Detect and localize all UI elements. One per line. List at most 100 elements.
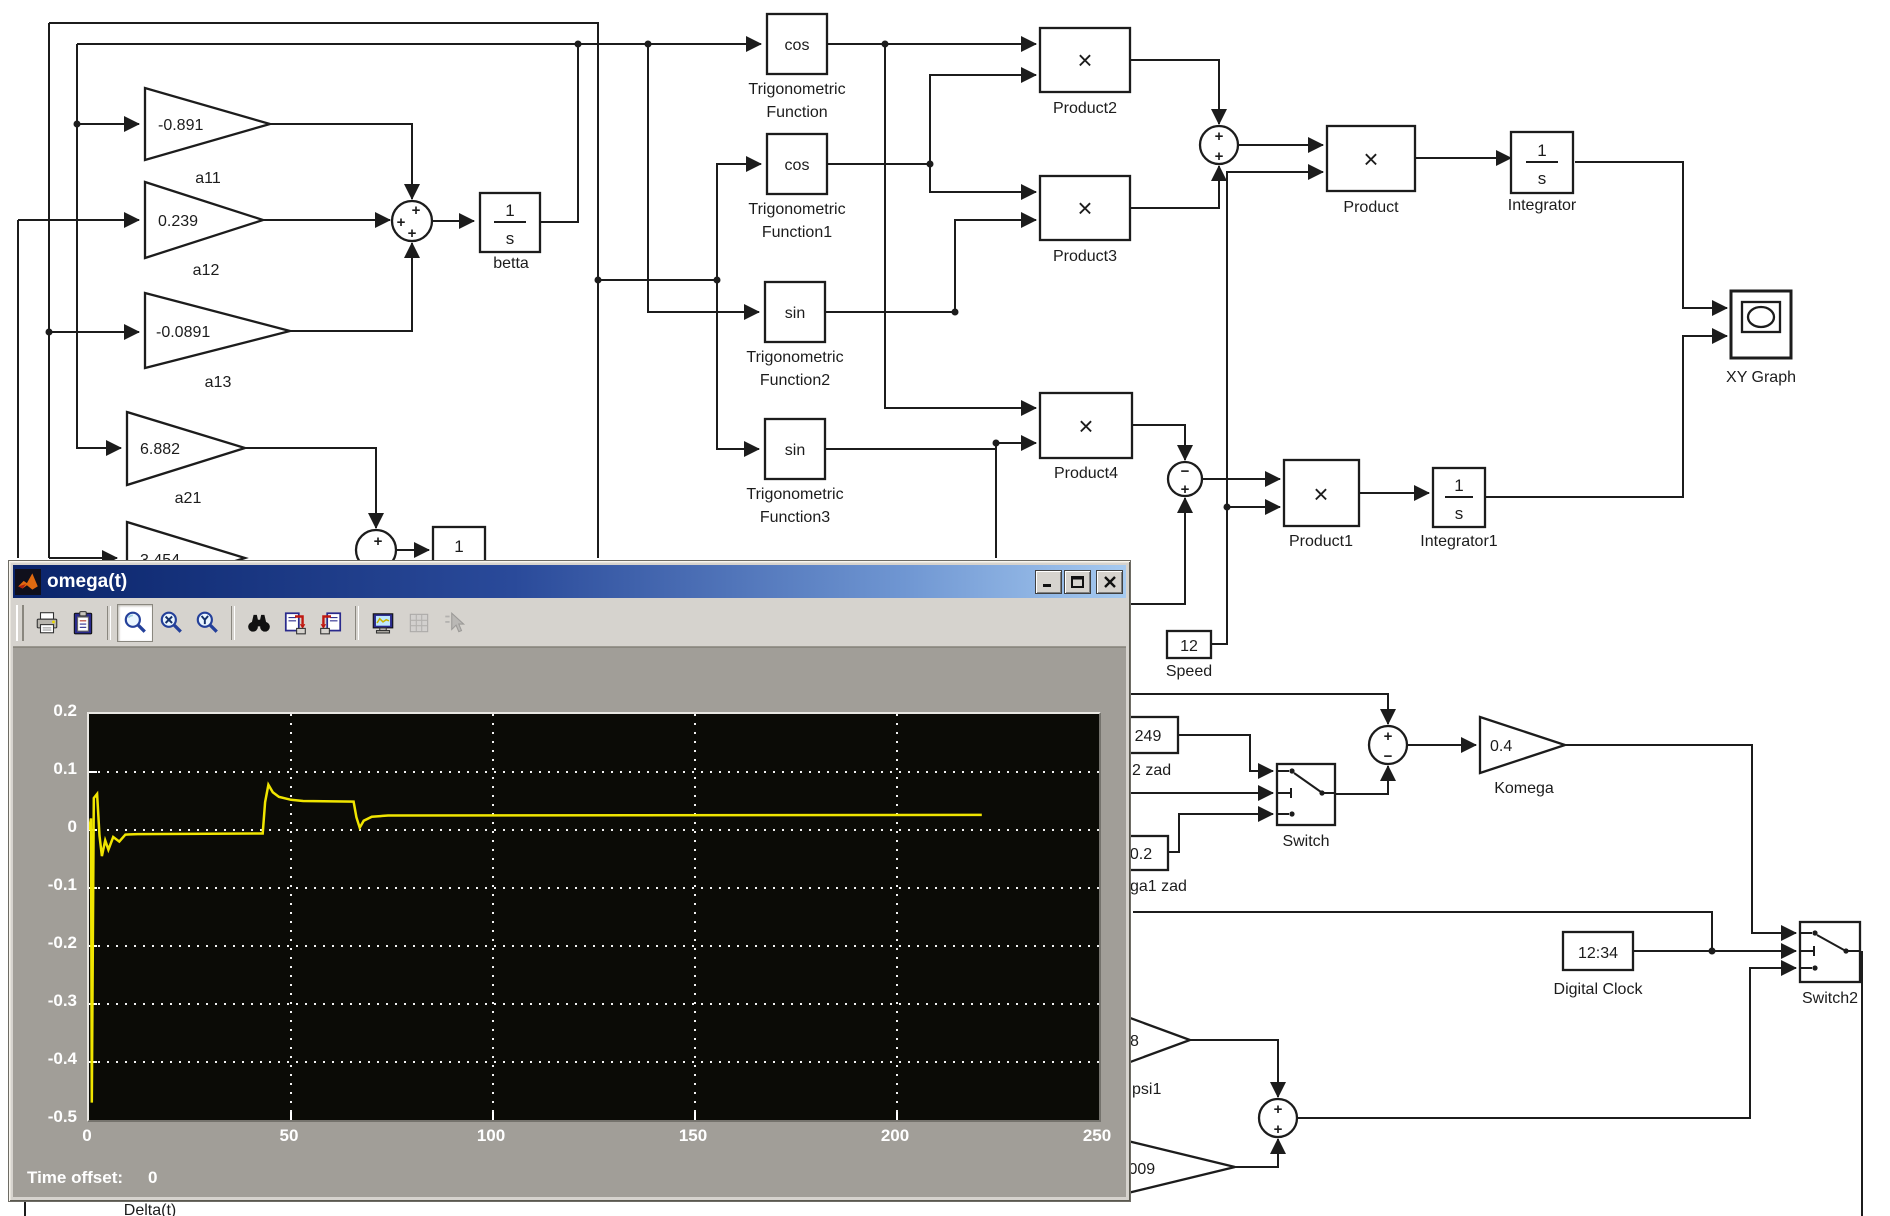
toolbar-separator bbox=[355, 606, 359, 640]
copy-button[interactable] bbox=[65, 604, 101, 642]
svg-text:+: + bbox=[1215, 148, 1224, 165]
svg-text:+: + bbox=[1384, 728, 1393, 745]
svg-text:+: + bbox=[1274, 1121, 1283, 1138]
x-tick: 0 bbox=[63, 1126, 111, 1146]
svg-text:-0.0891: -0.0891 bbox=[156, 324, 210, 341]
autoscale-binoculars-icon bbox=[246, 610, 272, 636]
trig-function3[interactable]: sin Trigonometric Function3 bbox=[746, 419, 843, 526]
product1-block[interactable]: × Product1 bbox=[1284, 460, 1359, 550]
svg-text:−: − bbox=[1384, 748, 1393, 765]
svg-text:+: + bbox=[374, 533, 383, 550]
svg-text:12: 12 bbox=[1180, 638, 1198, 655]
svg-text:Switch2: Switch2 bbox=[1802, 990, 1858, 1007]
scope-window[interactable]: omega(t) bbox=[8, 560, 1131, 1202]
scope-plot-svg bbox=[89, 714, 1099, 1120]
svg-text:−: − bbox=[1181, 463, 1190, 480]
svg-text:cos: cos bbox=[785, 157, 810, 174]
restore-axes-button[interactable] bbox=[313, 604, 349, 642]
svg-text:+: + bbox=[412, 202, 421, 219]
matlab-icon bbox=[15, 569, 41, 595]
y-tick: -0.2 bbox=[13, 933, 77, 953]
svg-text:a12: a12 bbox=[193, 262, 220, 279]
svg-text:+: + bbox=[397, 214, 406, 231]
product4-block[interactable]: × Product4 bbox=[1040, 393, 1132, 482]
signal-selection-button[interactable] bbox=[437, 604, 473, 642]
svg-text:a21: a21 bbox=[175, 490, 202, 507]
zoom-y-button[interactable] bbox=[189, 604, 225, 642]
zoom-y-icon bbox=[194, 610, 220, 636]
scope-toolbar bbox=[13, 600, 1126, 647]
switch-block[interactable]: Switch bbox=[1277, 764, 1335, 850]
gain-komega[interactable]: 0.4 Komega bbox=[1480, 717, 1565, 797]
zoom-x-icon bbox=[158, 610, 184, 636]
trig-function1[interactable]: cos Trigonometric Function1 bbox=[748, 134, 845, 241]
sum-betta[interactable]: + + + bbox=[392, 201, 432, 242]
svg-text:0.2: 0.2 bbox=[1130, 846, 1152, 863]
scope-titlebar[interactable]: omega(t) bbox=[13, 565, 1126, 598]
trig-function2[interactable]: sin Trigonometric Function2 bbox=[746, 282, 843, 389]
product-block[interactable]: × Product bbox=[1327, 126, 1415, 216]
simulink-canvas: -0.891 a11 0.239 a12 -0.0891 a13 6.882 a… bbox=[0, 0, 1890, 1216]
print-button[interactable] bbox=[29, 604, 65, 642]
gain-a21[interactable]: 6.882 a21 bbox=[127, 412, 245, 507]
time-offset-label: Time offset: bbox=[27, 1168, 123, 1188]
close-button[interactable] bbox=[1096, 570, 1123, 594]
svg-text:×: × bbox=[1363, 144, 1378, 174]
svg-text:×: × bbox=[1313, 479, 1328, 509]
sum-2[interactable]: + + bbox=[1200, 126, 1238, 165]
autoscale-button[interactable] bbox=[241, 604, 277, 642]
signal-selection-icon bbox=[442, 610, 468, 636]
integrator1[interactable]: 1 s Integrator1 bbox=[1420, 468, 1497, 550]
product2-block[interactable]: × Product2 bbox=[1040, 28, 1130, 117]
switch2-block[interactable]: Switch2 bbox=[1800, 922, 1860, 1007]
speed-constant[interactable]: 12 Speed bbox=[1166, 631, 1212, 680]
svg-text:1: 1 bbox=[505, 201, 514, 220]
floating-scope-button[interactable] bbox=[365, 604, 401, 642]
zoom-x-button[interactable] bbox=[153, 604, 189, 642]
product3-block[interactable]: × Product3 bbox=[1040, 176, 1130, 265]
digital-clock-block[interactable]: 12:34 Digital Clock bbox=[1554, 932, 1644, 998]
svg-text:Product1: Product1 bbox=[1289, 533, 1353, 550]
xy-graph-block[interactable]: XY Graph bbox=[1726, 291, 1796, 386]
maximize-button[interactable] bbox=[1064, 570, 1091, 594]
save-axes-button[interactable] bbox=[277, 604, 313, 642]
toolbar-handle[interactable] bbox=[16, 605, 24, 641]
svg-text:Switch: Switch bbox=[1282, 833, 1329, 850]
zoom-button[interactable] bbox=[117, 604, 153, 642]
gain-a12[interactable]: 0.239 a12 bbox=[145, 182, 263, 279]
integrator-betta[interactable]: 1 s betta bbox=[480, 193, 540, 272]
axis-ticks bbox=[89, 772, 897, 1120]
svg-text:+: + bbox=[1215, 128, 1224, 145]
y-tick: -0.5 bbox=[13, 1107, 77, 1127]
svg-text:6.882: 6.882 bbox=[140, 441, 180, 458]
sum-4[interactable]: + − bbox=[1369, 726, 1407, 765]
gain-a13[interactable]: -0.0891 a13 bbox=[145, 293, 290, 391]
svg-text:s: s bbox=[1538, 169, 1547, 188]
y-tick: -0.1 bbox=[13, 875, 77, 895]
integrator[interactable]: 1 s Integrator bbox=[1508, 132, 1577, 214]
svg-text:a11: a11 bbox=[195, 170, 221, 187]
svg-text:s: s bbox=[1455, 504, 1464, 523]
restore-axes-icon bbox=[318, 610, 344, 636]
sum-5[interactable]: + + bbox=[1259, 1099, 1297, 1138]
gain-a11[interactable]: -0.891 a11 bbox=[145, 88, 270, 187]
x-tick: 250 bbox=[1073, 1126, 1121, 1146]
svg-text:Trigonometric: Trigonometric bbox=[748, 81, 845, 98]
svg-text:Trigonometric: Trigonometric bbox=[746, 486, 843, 503]
minimize-icon bbox=[1042, 576, 1056, 588]
svg-text:×: × bbox=[1077, 45, 1092, 75]
sum-3[interactable]: − + bbox=[1168, 462, 1202, 498]
svg-text:×: × bbox=[1078, 411, 1093, 441]
trig-function[interactable]: cos Trigonometric Function bbox=[748, 14, 845, 121]
svg-text:sin: sin bbox=[785, 442, 805, 459]
svg-text:+: + bbox=[1274, 1101, 1283, 1118]
y-tick: 0 bbox=[13, 817, 77, 837]
svg-text:×: × bbox=[1077, 193, 1092, 223]
svg-text:cos: cos bbox=[785, 37, 810, 54]
x-tick: 150 bbox=[669, 1126, 717, 1146]
minimize-button[interactable] bbox=[1035, 570, 1062, 594]
parameters-button[interactable] bbox=[401, 604, 437, 642]
svg-text:psi1: psi1 bbox=[1132, 1081, 1161, 1098]
svg-text:Komega: Komega bbox=[1494, 780, 1554, 797]
svg-text:8: 8 bbox=[1130, 1033, 1139, 1050]
